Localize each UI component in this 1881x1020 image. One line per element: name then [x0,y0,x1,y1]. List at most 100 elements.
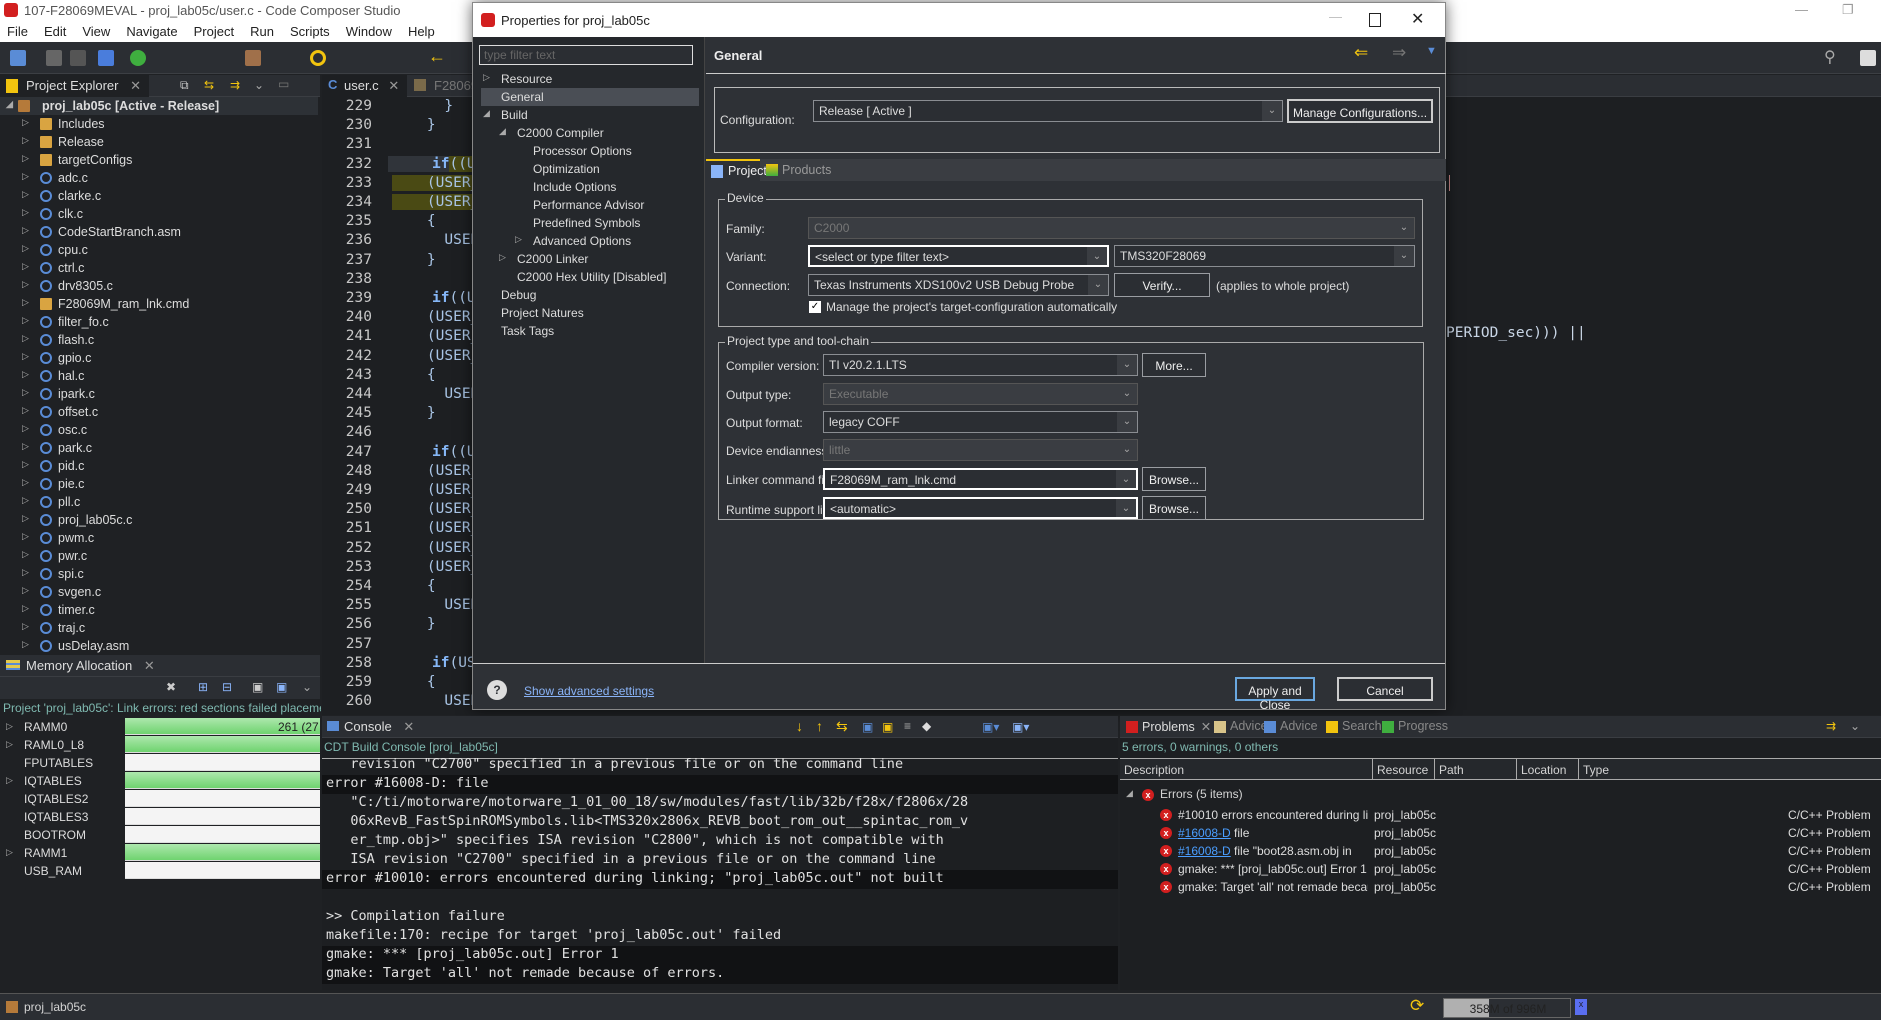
tree-collapsed-icon[interactable]: ▷ [22,495,29,506]
tree-collapsed-icon[interactable]: ▷ [22,333,29,344]
menu-navigate[interactable]: Navigate [119,22,186,39]
tree-collapsed-icon[interactable]: ▷ [6,775,13,786]
apply-and-close-button[interactable]: Apply and Close [1235,677,1315,712]
code-line[interactable]: if((USER_ [388,155,511,172]
tree-item[interactable]: ▷ CodeStartBranch.asm [0,223,318,241]
open-perspective-icon[interactable] [1860,50,1876,66]
tree-expanded-icon[interactable]: ◢ [483,108,490,119]
column-header[interactable]: Description [1124,763,1184,783]
project-explorer-tab[interactable]: Project Explorer ✕ [0,75,150,97]
focus-icon[interactable]: ⇉ [1826,719,1836,733]
tree-collapsed-icon[interactable]: ▷ [22,531,29,542]
code-line[interactable]: } [392,616,436,632]
configuration-combo[interactable]: Release [ Active ] ⌄ [813,100,1283,122]
tree-collapsed-icon[interactable]: ▷ [515,234,522,245]
settings-tree-item[interactable]: Task Tags [481,322,699,340]
tab-problems[interactable]: Problems ✕ [1122,716,1219,738]
tree-item[interactable]: ▷ clk.c [0,205,318,223]
problem-row[interactable]: x #10010 errors encountered during linkin… [1122,806,1881,824]
tree-collapsed-icon[interactable]: ▷ [22,423,29,434]
problem-row[interactable]: x gmake: *** [proj_lab05c.out] Error 1 pro… [1122,860,1881,878]
pin-console-icon[interactable]: ▣ [862,720,873,734]
tree-collapsed-icon[interactable]: ▷ [22,441,29,452]
tree-collapsed-icon[interactable]: ▷ [22,243,29,254]
code-line[interactable]: { [392,213,436,229]
tree-expanded-icon[interactable]: ◢ [6,99,13,110]
variant-filter-combo[interactable]: <select or type filter text> ⌄ [808,245,1109,267]
tree-item[interactable]: ▷ park.c [0,439,318,457]
tree-collapsed-icon[interactable]: ▷ [6,721,13,732]
tab-products[interactable]: Products [764,159,831,181]
quick-search-icon[interactable]: ⚲ [1824,47,1836,67]
menu-scripts[interactable]: Scripts [283,22,339,39]
new-icon[interactable] [10,50,26,66]
settings-tree-item[interactable]: ◢ Build [481,106,699,124]
memory-row[interactable]: ▷ IQTABLES [0,772,320,790]
memory-row[interactable]: ▷ RAMM1 [0,844,320,862]
tree-item[interactable]: ▷ osc.c [0,421,318,439]
tree-item[interactable]: ▷ F28069M_ram_lnk.cmd [0,295,318,313]
tree-item[interactable]: ▷ svgen.c [0,583,318,601]
settings-tree-item[interactable]: Include Options [481,178,699,196]
settings-tree-item[interactable]: ▷ C2000 Linker [481,250,699,268]
code-line[interactable]: } [392,405,436,421]
save-all-icon[interactable] [70,50,86,66]
problem-row[interactable]: x gmake: Target 'all' not remade because … [1122,878,1881,896]
forward-arrow-icon[interactable]: ⇒ [1392,43,1406,63]
tree-collapsed-icon[interactable]: ▷ [22,549,29,560]
settings-tree-item[interactable]: Processor Options [481,142,699,160]
tree-collapsed-icon[interactable]: ▷ [22,585,29,596]
scroll-up-icon[interactable]: ↑ [816,718,823,734]
new-console-icon[interactable]: ▣▾ [1012,720,1029,734]
tree-collapsed-icon[interactable]: ▷ [22,189,29,200]
verify-button[interactable]: Verify... [1114,273,1210,297]
settings-tree-item[interactable]: ▷ Advanced Options [481,232,699,250]
tree-item[interactable]: ▷ adc.c [0,169,318,187]
expand-all-icon[interactable]: ⊞ [198,680,208,694]
tree-collapsed-icon[interactable]: ▷ [22,459,29,470]
tree-item[interactable]: ▷ Release [0,133,318,151]
code-line[interactable]: } [392,117,436,133]
connection-combo[interactable]: Texas Instruments XDS100v2 USB Debug Pro… [808,274,1109,296]
memory-allocation-tab[interactable]: Memory Allocation ✕ [0,655,163,677]
tree-item[interactable]: ▷ timer.c [0,601,318,619]
tree-collapsed-icon[interactable]: ▷ [22,153,29,164]
collapse-all-icon[interactable]: ⧉ [180,78,189,93]
errors-group[interactable]: Errors (5 items) [1160,787,1243,801]
tree-expanded-icon[interactable]: ◢ [499,126,506,137]
menu-run[interactable]: Run [243,22,283,39]
close-icon[interactable]: ✕ [130,78,141,93]
tree-item[interactable]: ▷ usDelay.asm [0,637,318,655]
menu-view[interactable]: View [75,22,119,39]
tree-item[interactable]: ▷ pll.c [0,493,318,511]
settings-tree-item[interactable]: Optimization [481,160,699,178]
page-menu-icon[interactable]: ▼ [1426,45,1437,57]
restore-button[interactable]: ❐ [1842,2,1854,18]
tab-progress[interactable]: Progress [1378,716,1456,738]
output-format-combo[interactable]: legacy COFF ⌄ [823,411,1138,433]
back-arrow-icon[interactable]: ← [428,46,446,67]
sync-icon[interactable]: ⟳ [1410,996,1424,1016]
settings-tree-item[interactable]: ▷ Resource [481,70,699,88]
tree-collapsed-icon[interactable]: ▷ [6,847,13,858]
menu-file[interactable]: File [0,22,37,39]
menu-help[interactable]: Help [401,22,444,39]
collapse-all-icon[interactable]: ⊟ [222,680,232,694]
tree-item[interactable]: ▷ spi.c [0,565,318,583]
tree-item[interactable]: ▷ pwr.c [0,547,318,565]
error-code-link[interactable]: #16008-D [1178,826,1231,840]
tree-item[interactable]: ▷ hal.c [0,367,318,385]
tree-item[interactable]: ▷ offset.c [0,403,318,421]
code-line[interactable]: } [392,252,436,268]
manage-configurations-button[interactable]: Manage Configurations... [1287,99,1433,123]
column-header[interactable]: Type [1578,759,1609,779]
settings-tree-item[interactable]: Predefined Symbols [481,214,699,232]
tree-item[interactable]: ▷ ctrl.c [0,259,318,277]
compiler-version-combo[interactable]: TI v20.2.1.LTS ⌄ [823,354,1138,376]
tree-collapsed-icon[interactable]: ▷ [499,252,506,263]
settings-tree-item[interactable]: ◢ C2000 Compiler [481,124,699,142]
memory-row[interactable]: ▷ RAML0_L8 [0,736,320,754]
build-icon[interactable] [245,50,261,66]
view-menu-icon[interactable]: ⌄ [1850,719,1860,733]
tab-project[interactable]: Project [706,159,767,181]
